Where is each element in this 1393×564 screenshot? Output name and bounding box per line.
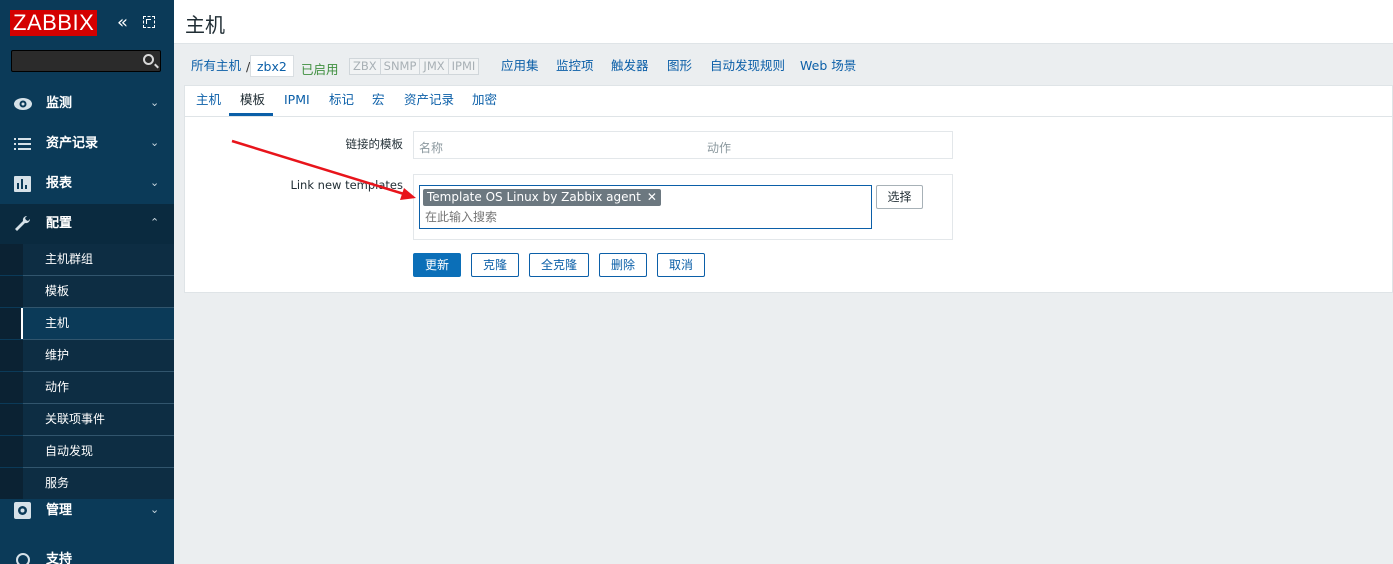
availability-jmx: JMX xyxy=(420,59,449,74)
tab-ipmi[interactable]: IPMI xyxy=(284,93,310,107)
delete-button[interactable]: 删除 xyxy=(599,253,647,277)
eye-icon xyxy=(13,95,33,113)
kiosk-mode-icon[interactable] xyxy=(143,16,155,28)
update-button[interactable]: 更新 xyxy=(413,253,461,277)
cancel-button[interactable]: 取消 xyxy=(657,253,705,277)
submenu-label: 主机 xyxy=(45,316,70,330)
menu-support[interactable]: 支持 xyxy=(0,540,174,564)
tag-label: Template OS Linux by Zabbix agent xyxy=(427,190,641,204)
menu-monitoring[interactable]: 监测 ⌄ xyxy=(0,84,174,124)
menu-label: 配置 xyxy=(46,216,73,231)
submenu-item-discovery[interactable]: 自动发现 xyxy=(0,436,174,467)
remove-tag-icon[interactable]: ✕ xyxy=(647,190,657,204)
clone-button[interactable]: 克隆 xyxy=(471,253,519,277)
chevron-down-icon: ⌄ xyxy=(150,96,160,109)
search-icon[interactable] xyxy=(143,54,154,65)
sidebar: ZABBIX « 监测 ⌄ 资产记录 ⌄ 报表 ⌄ 配置 ⌃ 主机群组 模板 主… xyxy=(0,0,174,564)
nav-link-graphs[interactable]: 图形 xyxy=(667,59,692,73)
tab-templates[interactable]: 模板 xyxy=(240,93,265,107)
menu-inventory[interactable]: 资产记录 ⌄ xyxy=(0,124,174,164)
host-form-panel: 主机 模板 IPMI 标记 宏 资产记录 加密 链接的模板 名称 动作 Link… xyxy=(184,85,1393,293)
tab-encryption[interactable]: 加密 xyxy=(472,93,497,107)
main-content: 主机 所有主机 / zbx2 已启用 ZBX SNMP JMX IPMI 应用集… xyxy=(174,0,1393,564)
wrench-icon xyxy=(13,215,33,233)
tab-host[interactable]: 主机 xyxy=(196,93,221,107)
logo-row: ZABBIX « xyxy=(0,0,174,46)
column-header-name: 名称 xyxy=(419,141,444,155)
link-new-templates-box: Template OS Linux by Zabbix agent ✕ 选择 xyxy=(413,174,953,240)
gear-icon xyxy=(13,502,33,520)
sidebar-search-input[interactable] xyxy=(11,50,161,72)
nav-link-triggers[interactable]: 触发器 xyxy=(611,59,649,73)
submenu-label: 动作 xyxy=(45,380,70,394)
column-header-action: 动作 xyxy=(707,141,732,155)
linked-templates-table: 名称 动作 xyxy=(413,131,953,159)
list-icon xyxy=(13,135,33,153)
availability-ipmi: IPMI xyxy=(451,59,476,73)
selected-template-tag: Template OS Linux by Zabbix agent ✕ xyxy=(423,189,661,206)
bar-chart-icon xyxy=(13,175,33,193)
breadcrumb-all-hosts[interactable]: 所有主机 xyxy=(191,59,241,73)
linked-templates-label: 链接的模板 xyxy=(345,137,404,151)
link-new-templates-label: Link new templates xyxy=(290,178,403,192)
submenu-item-maintenance[interactable]: 维护 xyxy=(0,340,174,371)
nav-link-applications[interactable]: 应用集 xyxy=(501,59,539,73)
submenu-item-templates[interactable]: 模板 xyxy=(0,276,174,307)
menu-administration[interactable]: 管理 ⌄ xyxy=(0,491,174,531)
menu-configuration[interactable]: 配置 ⌃ xyxy=(0,204,174,244)
host-navigation: 所有主机 / zbx2 已启用 ZBX SNMP JMX IPMI 应用集 监控… xyxy=(174,44,1393,85)
collapse-sidebar-icon[interactable]: « xyxy=(117,12,128,33)
submenu-label: 维护 xyxy=(45,348,70,362)
submenu-item-actions[interactable]: 动作 xyxy=(0,372,174,403)
nav-link-items[interactable]: 监控项 xyxy=(556,59,594,73)
submenu-label: 服务 xyxy=(45,476,70,490)
menu-label: 资产记录 xyxy=(46,136,99,151)
menu-label: 管理 xyxy=(46,503,73,518)
nav-link-discovery-rules[interactable]: 自动发现规则 xyxy=(710,59,785,73)
menu-label: 支持 xyxy=(46,552,73,564)
availability-zbx: ZBX xyxy=(350,59,381,74)
status-badge: 已启用 xyxy=(301,62,339,77)
tab-inventory[interactable]: 资产记录 xyxy=(404,93,454,107)
nav-link-web-scenarios[interactable]: Web 场景 xyxy=(800,59,856,73)
submenu-item-host-groups[interactable]: 主机群组 xyxy=(0,244,174,275)
submenu-label: 主机群组 xyxy=(45,252,94,266)
availability-snmp: SNMP xyxy=(381,59,421,74)
template-search-input[interactable] xyxy=(425,210,725,224)
select-button[interactable]: 选择 xyxy=(876,185,923,209)
chevron-down-icon: ⌄ xyxy=(150,136,160,149)
chevron-up-icon: ⌃ xyxy=(150,216,160,229)
template-multiselect[interactable]: Template OS Linux by Zabbix agent ✕ xyxy=(419,185,872,229)
chevron-down-icon: ⌄ xyxy=(150,503,160,516)
menu-label: 监测 xyxy=(46,96,73,111)
support-icon xyxy=(13,551,33,564)
submenu-label: 模板 xyxy=(45,284,70,298)
submenu-item-hosts[interactable]: 主机 xyxy=(0,308,174,339)
active-tab-indicator xyxy=(229,113,273,116)
chevron-down-icon: ⌄ xyxy=(150,176,160,189)
submenu-label: 自动发现 xyxy=(45,444,94,458)
tab-bar: 主机 模板 IPMI 标记 宏 资产记录 加密 xyxy=(185,86,1392,117)
submenu-item-event-correlation[interactable]: 关联项事件 xyxy=(0,404,174,435)
full-clone-button[interactable]: 全克隆 xyxy=(529,253,589,277)
zabbix-logo[interactable]: ZABBIX xyxy=(10,10,98,36)
menu-reports[interactable]: 报表 ⌄ xyxy=(0,164,174,204)
page-title: 主机 xyxy=(185,13,225,37)
tab-tags[interactable]: 标记 xyxy=(329,93,354,107)
menu-label: 报表 xyxy=(46,176,73,191)
availability-indicators: ZBX SNMP JMX IPMI xyxy=(349,58,480,75)
submenu-label: 关联项事件 xyxy=(45,412,106,426)
configuration-submenu: 主机群组 模板 主机 维护 动作 关联项事件 自动发现 服务 xyxy=(0,244,174,499)
header: 主机 xyxy=(174,0,1393,44)
tab-macros[interactable]: 宏 xyxy=(372,93,385,107)
breadcrumb-host-name[interactable]: zbx2 xyxy=(250,55,294,77)
